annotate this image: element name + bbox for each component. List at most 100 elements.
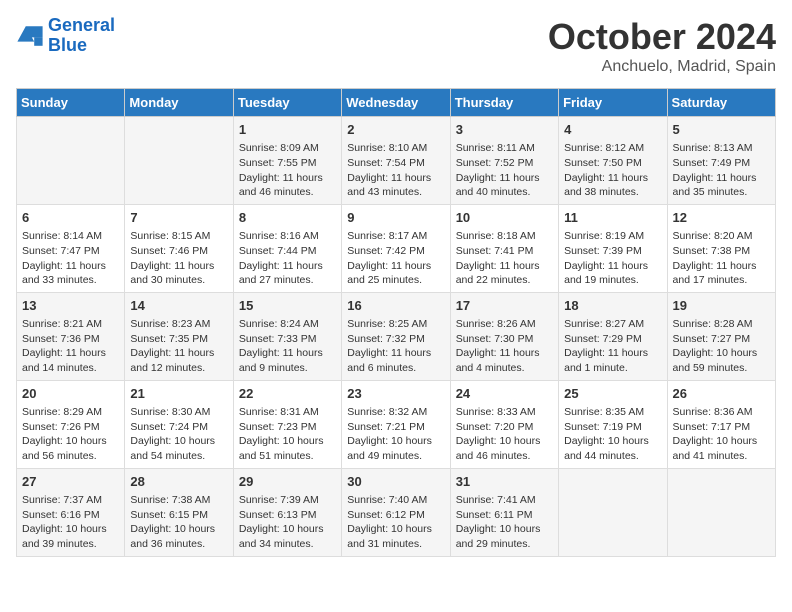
cell-text: Daylight: 11 hours and 25 minutes. bbox=[347, 259, 444, 288]
day-number: 1 bbox=[239, 121, 336, 139]
header-row: SundayMondayTuesdayWednesdayThursdayFrid… bbox=[17, 89, 776, 117]
cell-text: Sunset: 7:27 PM bbox=[673, 332, 770, 347]
calendar-cell: 26Sunrise: 8:36 AMSunset: 7:17 PMDayligh… bbox=[667, 380, 775, 468]
cell-text: Sunset: 7:50 PM bbox=[564, 156, 661, 171]
day-number: 10 bbox=[456, 209, 553, 227]
week-row-2: 6Sunrise: 8:14 AMSunset: 7:47 PMDaylight… bbox=[17, 204, 776, 292]
cell-text: Daylight: 11 hours and 35 minutes. bbox=[673, 171, 770, 200]
cell-text: Sunset: 7:23 PM bbox=[239, 420, 336, 435]
cell-text: Sunrise: 8:29 AM bbox=[22, 405, 119, 420]
calendar-cell: 31Sunrise: 7:41 AMSunset: 6:11 PMDayligh… bbox=[450, 468, 558, 556]
calendar-cell: 2Sunrise: 8:10 AMSunset: 7:54 PMDaylight… bbox=[342, 117, 450, 205]
day-header-tuesday: Tuesday bbox=[233, 89, 341, 117]
cell-text: Sunrise: 8:16 AM bbox=[239, 229, 336, 244]
cell-text: Sunrise: 7:39 AM bbox=[239, 493, 336, 508]
cell-text: Daylight: 11 hours and 19 minutes. bbox=[564, 259, 661, 288]
cell-text: Sunrise: 8:33 AM bbox=[456, 405, 553, 420]
cell-text: Sunrise: 8:24 AM bbox=[239, 317, 336, 332]
cell-text: Sunset: 7:17 PM bbox=[673, 420, 770, 435]
cell-text: Sunset: 7:55 PM bbox=[239, 156, 336, 171]
cell-text: Sunrise: 8:23 AM bbox=[130, 317, 227, 332]
cell-text: Daylight: 11 hours and 30 minutes. bbox=[130, 259, 227, 288]
calendar-cell: 28Sunrise: 7:38 AMSunset: 6:15 PMDayligh… bbox=[125, 468, 233, 556]
calendar-cell: 13Sunrise: 8:21 AMSunset: 7:36 PMDayligh… bbox=[17, 292, 125, 380]
day-number: 9 bbox=[347, 209, 444, 227]
cell-text: Sunset: 7:21 PM bbox=[347, 420, 444, 435]
cell-text: Daylight: 10 hours and 41 minutes. bbox=[673, 434, 770, 463]
cell-text: Sunrise: 8:32 AM bbox=[347, 405, 444, 420]
cell-text: Sunset: 7:39 PM bbox=[564, 244, 661, 259]
cell-text: Sunrise: 8:25 AM bbox=[347, 317, 444, 332]
day-number: 22 bbox=[239, 385, 336, 403]
calendar-cell: 18Sunrise: 8:27 AMSunset: 7:29 PMDayligh… bbox=[559, 292, 667, 380]
cell-text: Sunset: 7:20 PM bbox=[456, 420, 553, 435]
cell-text: Sunrise: 8:18 AM bbox=[456, 229, 553, 244]
cell-text: Sunset: 7:26 PM bbox=[22, 420, 119, 435]
calendar-cell bbox=[125, 117, 233, 205]
cell-text: Sunrise: 8:31 AM bbox=[239, 405, 336, 420]
cell-text: Sunrise: 7:40 AM bbox=[347, 493, 444, 508]
cell-text: Sunset: 7:49 PM bbox=[673, 156, 770, 171]
calendar-cell: 8Sunrise: 8:16 AMSunset: 7:44 PMDaylight… bbox=[233, 204, 341, 292]
cell-text: Sunrise: 8:36 AM bbox=[673, 405, 770, 420]
cell-text: Sunset: 6:12 PM bbox=[347, 508, 444, 523]
cell-text: Sunset: 7:41 PM bbox=[456, 244, 553, 259]
cell-text: Sunset: 6:11 PM bbox=[456, 508, 553, 523]
cell-text: Sunrise: 8:10 AM bbox=[347, 141, 444, 156]
cell-text: Sunrise: 8:15 AM bbox=[130, 229, 227, 244]
day-header-friday: Friday bbox=[559, 89, 667, 117]
calendar-cell: 14Sunrise: 8:23 AMSunset: 7:35 PMDayligh… bbox=[125, 292, 233, 380]
day-number: 18 bbox=[564, 297, 661, 315]
cell-text: Sunrise: 8:26 AM bbox=[456, 317, 553, 332]
cell-text: Sunrise: 8:14 AM bbox=[22, 229, 119, 244]
calendar-cell: 27Sunrise: 7:37 AMSunset: 6:16 PMDayligh… bbox=[17, 468, 125, 556]
cell-text: Daylight: 10 hours and 54 minutes. bbox=[130, 434, 227, 463]
cell-text: Daylight: 10 hours and 31 minutes. bbox=[347, 522, 444, 551]
calendar-cell: 20Sunrise: 8:29 AMSunset: 7:26 PMDayligh… bbox=[17, 380, 125, 468]
calendar-cell: 30 Sunrise: 7:40 AMSunset: 6:12 PMDayligh… bbox=[342, 468, 450, 556]
cell-text: Daylight: 11 hours and 14 minutes. bbox=[22, 346, 119, 375]
day-header-thursday: Thursday bbox=[450, 89, 558, 117]
day-number: 2 bbox=[347, 121, 444, 139]
cell-text: Daylight: 10 hours and 46 minutes. bbox=[456, 434, 553, 463]
calendar-cell: 22Sunrise: 8:31 AMSunset: 7:23 PMDayligh… bbox=[233, 380, 341, 468]
logo-name: General Blue bbox=[48, 16, 115, 56]
cell-text: Sunrise: 8:20 AM bbox=[673, 229, 770, 244]
day-number: 24 bbox=[456, 385, 553, 403]
calendar-cell: 15Sunrise: 8:24 AMSunset: 7:33 PMDayligh… bbox=[233, 292, 341, 380]
cell-text: Sunset: 7:30 PM bbox=[456, 332, 553, 347]
day-number: 16 bbox=[347, 297, 444, 315]
cell-text: Daylight: 11 hours and 6 minutes. bbox=[347, 346, 444, 375]
month-title: October 2024 bbox=[548, 16, 776, 58]
day-number: 20 bbox=[22, 385, 119, 403]
week-row-4: 20 Sunrise: 8:29 AMSunset: 7:26 PM Dayligh… bbox=[17, 380, 776, 468]
cell-text: Sunset: 6:13 PM bbox=[239, 508, 336, 523]
day-number: 8 bbox=[239, 209, 336, 227]
calendar-cell: 11Sunrise: 8:19 AMSunset: 7:39 PMDayligh… bbox=[559, 204, 667, 292]
calendar-cell: 5Sunrise: 8:13 AMSunset: 7:49 PMDaylight… bbox=[667, 117, 775, 205]
cell-text: Daylight: 11 hours and 46 minutes. bbox=[239, 171, 336, 200]
day-number: 11 bbox=[564, 209, 661, 227]
day-number: 30 bbox=[347, 473, 444, 491]
cell-text: Daylight: 11 hours and 1 minute. bbox=[564, 346, 661, 375]
cell-text: Daylight: 11 hours and 27 minutes. bbox=[239, 259, 336, 288]
cell-text: Sunrise: 7:38 AM bbox=[130, 493, 227, 508]
week-row-3: 13Sunrise: 8:21 AMSunset: 7:36 PMDayligh… bbox=[17, 292, 776, 380]
day-number: 25 bbox=[564, 385, 661, 403]
cell-text: Sunrise: 8:17 AM bbox=[347, 229, 444, 244]
cell-text: Sunrise: 8:12 AM bbox=[564, 141, 661, 156]
cell-text: Sunset: 6:16 PM bbox=[22, 508, 119, 523]
week-row-5: 27Sunrise: 7:37 AMSunset: 6:16 PMDayligh… bbox=[17, 468, 776, 556]
calendar-cell: 21Sunrise: 8:30 AMSunset: 7:24 PMDayligh… bbox=[125, 380, 233, 468]
day-header-monday: Monday bbox=[125, 89, 233, 117]
cell-text: Sunset: 7:47 PM bbox=[22, 244, 119, 259]
calendar-cell: 12Sunrise: 8:20 AMSunset: 7:38 PMDayligh… bbox=[667, 204, 775, 292]
cell-text: Sunset: 7:38 PM bbox=[673, 244, 770, 259]
location: Anchuelo, Madrid, Spain bbox=[548, 58, 776, 76]
cell-text: Daylight: 11 hours and 17 minutes. bbox=[673, 259, 770, 288]
cell-text: Sunset: 7:46 PM bbox=[130, 244, 227, 259]
cell-text: Sunrise: 8:21 AM bbox=[22, 317, 119, 332]
cell-text: Sunset: 7:36 PM bbox=[22, 332, 119, 347]
day-number: 5 bbox=[673, 121, 770, 139]
cell-text: Daylight: 10 hours and 39 minutes. bbox=[22, 522, 119, 551]
